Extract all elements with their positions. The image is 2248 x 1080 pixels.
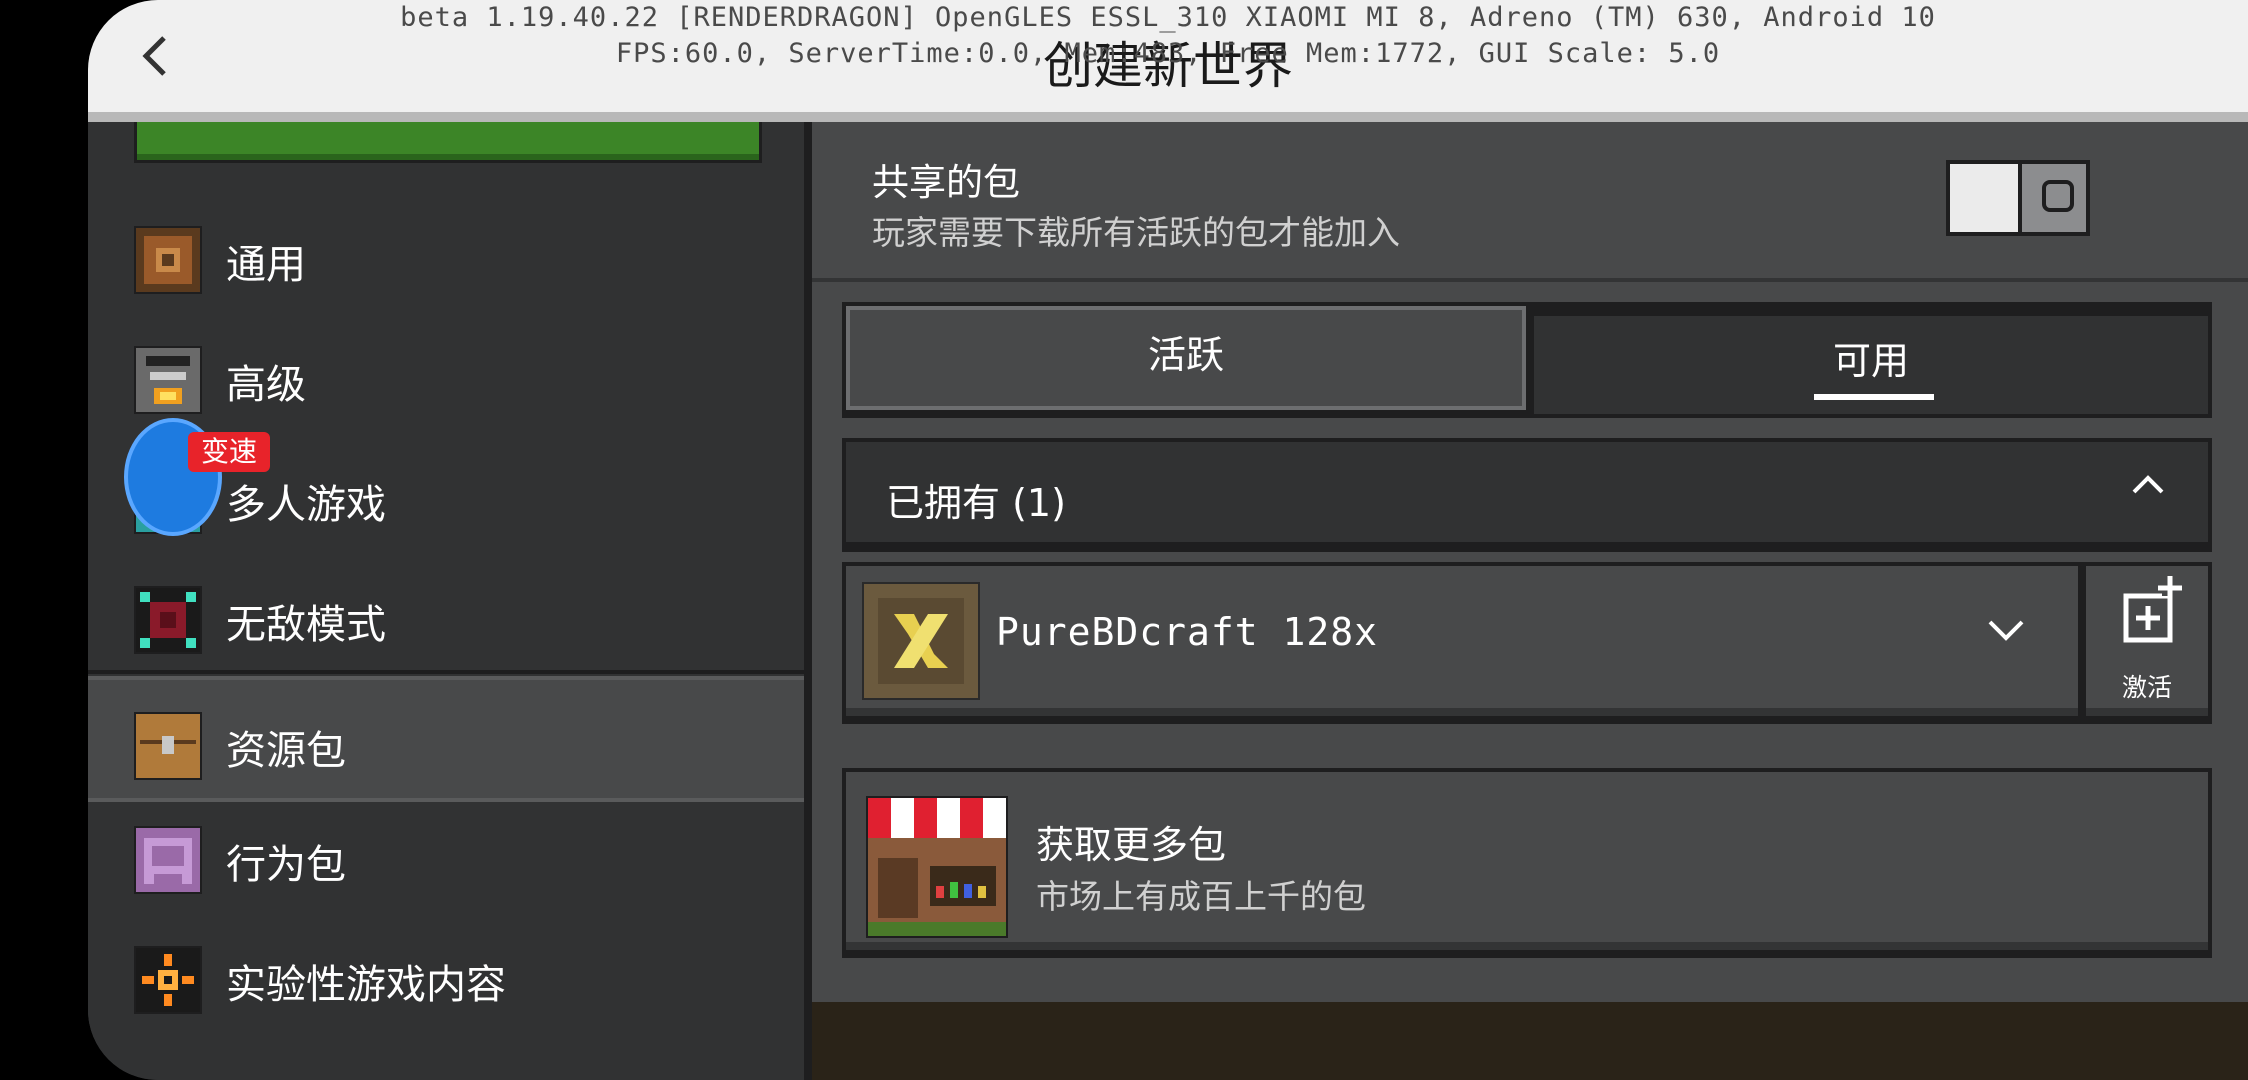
activate-button[interactable]: 激活: [2086, 566, 2208, 716]
sidebar-item-behavior-packs[interactable]: 行为包: [88, 794, 804, 912]
toggle-knob: [1950, 164, 2022, 232]
sidebar-item-label: 资源包: [226, 728, 346, 774]
shared-packs-section: 共享的包 玩家需要下载所有活跃的包才能加入: [812, 122, 2248, 282]
behavior-icon: [134, 826, 202, 894]
shared-packs-title: 共享的包: [872, 161, 1020, 204]
pack-tabs: 活跃 可用: [842, 302, 2212, 418]
divider: [88, 670, 804, 674]
activate-label: 激活: [2121, 673, 2172, 702]
tab-active[interactable]: 活跃: [846, 306, 1526, 410]
tab-available[interactable]: 可用: [1534, 316, 2208, 414]
create-button[interactable]: [134, 122, 762, 163]
pack-row: PureBDcraft 128x 激活: [842, 562, 2212, 724]
back-button[interactable]: [128, 28, 184, 84]
tab-label: 活跃: [1147, 333, 1224, 377]
experimental-icon: [134, 946, 202, 1014]
get-more-packs-title: 获取更多包: [1036, 823, 1227, 867]
get-more-packs-row: 获取更多包 市场上有成百上千的包: [842, 768, 2212, 958]
owned-section-label: 已拥有 (1): [886, 481, 1066, 525]
sidebar-item-label: 实验性游戏内容: [226, 962, 506, 1008]
app-window: beta 1.19.40.22 [RENDERDRAGON] OpenGLES …: [88, 0, 2248, 1080]
chevron-down-icon[interactable]: [1984, 606, 2028, 661]
add-pack-icon: [2123, 576, 2182, 643]
furnace-icon: [134, 346, 202, 414]
sidebar-item-label: 无敌模式: [226, 602, 386, 648]
debug-info-line2: FPS:60.0, ServerTime:0.0, Mem:483, Free …: [615, 38, 1721, 69]
chest-icon: [134, 712, 202, 780]
pack-name: PureBDcraft 128x: [996, 610, 1379, 654]
sidebar-item-creative[interactable]: 无敌模式: [88, 554, 804, 672]
owned-section-header[interactable]: 已拥有 (1): [842, 438, 2212, 552]
shared-packs-toggle[interactable]: [1946, 160, 2090, 236]
pack-item[interactable]: PureBDcraft 128x: [846, 566, 2078, 716]
shared-packs-subtitle: 玩家需要下载所有活跃的包才能加入: [872, 213, 1400, 252]
sidebar-item-label: 多人游戏: [226, 482, 386, 528]
marketplace-icon: [866, 796, 1008, 938]
tab-selected-indicator: [1814, 394, 1934, 400]
tab-label: 可用: [1832, 339, 1909, 383]
toggle-off-icon: [2042, 180, 2074, 212]
speed-badge[interactable]: 变速: [188, 432, 270, 472]
chevron-left-icon: [142, 36, 166, 76]
creative-icon: [134, 586, 202, 654]
sidebar-item-label: 高级: [226, 362, 306, 408]
background-panorama: [812, 1002, 2248, 1080]
sidebar-item-resource-packs[interactable]: 资源包: [88, 676, 804, 802]
sidebar-item-label: 通用: [226, 242, 306, 288]
gear-icon: [134, 226, 202, 294]
main-panel: 共享的包 玩家需要下载所有活跃的包才能加入 活跃 可用 已拥有 (1) Pure…: [812, 122, 2248, 1080]
sidebar-item-experimental[interactable]: 实验性游戏内容: [88, 914, 804, 1032]
header-bar: beta 1.19.40.22 [RENDERDRAGON] OpenGLES …: [88, 0, 2248, 122]
sidebar-item-label: 行为包: [226, 842, 346, 888]
get-more-packs-subtitle: 市场上有成百上千的包: [1036, 877, 1366, 916]
get-more-packs-button[interactable]: 获取更多包 市场上有成百上千的包: [846, 772, 2208, 950]
sidebar-item-advanced[interactable]: 高级: [88, 314, 804, 432]
sidebar: 通用 高级 多人游戏 无敌模式 资源包 行为包 实验性游戏内容: [88, 122, 812, 1080]
sidebar-item-general[interactable]: 通用: [88, 194, 804, 312]
chevron-up-icon: [2128, 464, 2168, 514]
pack-thumbnail: [862, 582, 980, 700]
